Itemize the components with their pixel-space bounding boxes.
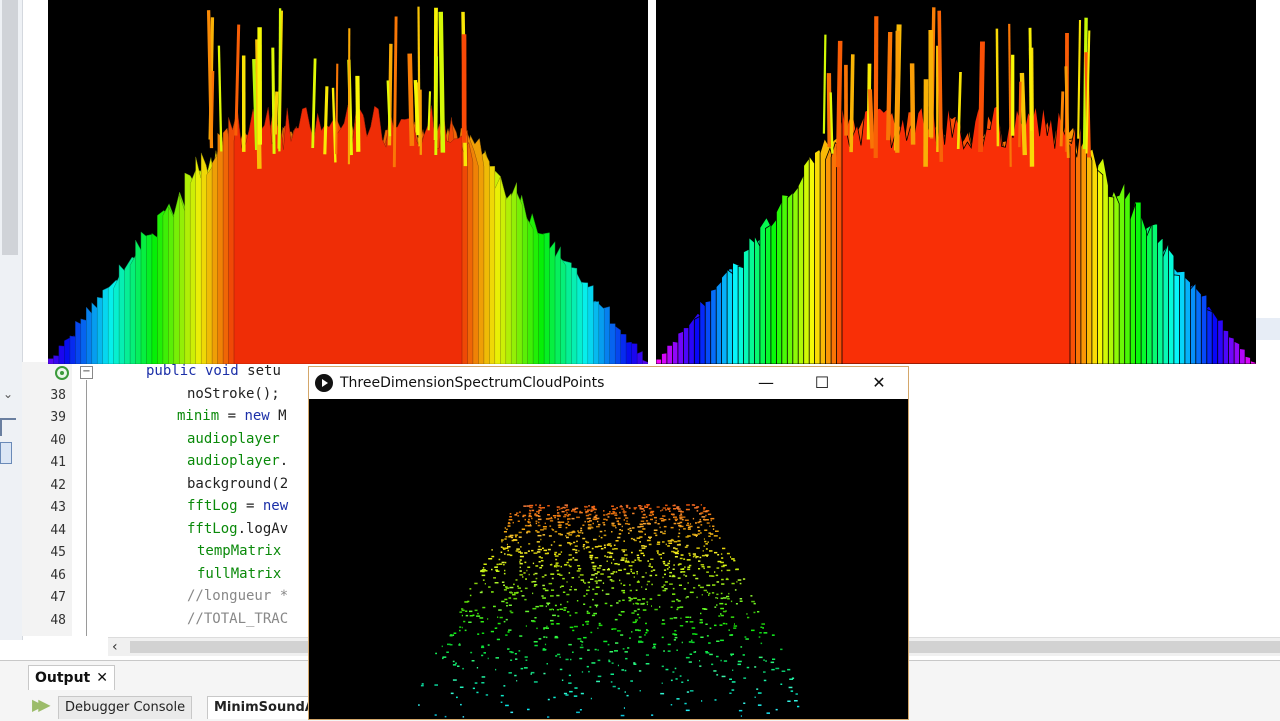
line-number: 42	[30, 478, 66, 493]
maximize-button[interactable]: ☐	[799, 367, 845, 399]
code-token: =	[238, 498, 263, 514]
code-token: tempMatrix	[197, 543, 281, 559]
code-line[interactable]: audioplayer.	[187, 453, 288, 469]
code-token: noStroke();	[187, 386, 280, 402]
code-line[interactable]: //TOTAL_TRAC	[187, 611, 288, 627]
code-line[interactable]: background(2	[187, 476, 288, 492]
code-line[interactable]: audioplayer	[187, 431, 280, 447]
code-token: =	[219, 408, 244, 424]
code-token: .	[280, 453, 288, 469]
line-number: 48	[30, 613, 66, 628]
fold-toggle-icon[interactable]: −	[80, 366, 93, 379]
code-line[interactable]: //longueur *	[187, 588, 288, 604]
code-token: background(2	[187, 476, 288, 492]
code-token: .logAv	[238, 521, 289, 537]
fold-guide	[86, 380, 87, 636]
processing-logo-icon	[315, 374, 333, 392]
code-token: fftLog	[187, 498, 238, 514]
code-token: audioplayer	[187, 453, 280, 469]
panel-icon[interactable]	[0, 442, 12, 464]
code-token: //TOTAL_TRAC	[187, 611, 288, 627]
spectrum-line-render	[656, 0, 1256, 364]
minimize-button[interactable]: —	[743, 367, 789, 399]
scroll-left-icon[interactable]: ‹	[112, 639, 118, 655]
spectrum-mesh-view-left	[48, 0, 648, 364]
code-line[interactable]: minim = new M	[177, 408, 287, 424]
bracket-icon[interactable]	[0, 418, 16, 436]
run-icon[interactable]: ▶▶	[32, 695, 45, 714]
output-tab[interactable]: Output ✕	[28, 665, 115, 690]
line-number: 45	[30, 545, 66, 560]
sketch-output-tab[interactable]: MinimSoundA	[207, 696, 322, 719]
line-number: 46	[30, 568, 66, 583]
line-number: 41	[30, 455, 66, 470]
code-token: public void	[146, 363, 247, 379]
left-scrollbar[interactable]	[2, 0, 18, 255]
line-number: 43	[30, 500, 66, 515]
code-line[interactable]: public void setu	[146, 363, 281, 379]
code-token: //longueur *	[187, 588, 288, 604]
line-number: 38	[30, 388, 66, 403]
line-number: 39	[30, 410, 66, 425]
code-token: new	[263, 498, 288, 514]
spectrum-mesh-render	[48, 0, 648, 364]
spectrum-mesh-view-right	[656, 0, 1256, 364]
sketch-window-title: ThreeDimensionSpectrumCloudPoints	[340, 367, 604, 399]
close-button[interactable]: ✕	[856, 367, 902, 399]
sketch-window-titlebar[interactable]: ThreeDimensionSpectrumCloudPoints — ☐ ✕	[309, 367, 908, 399]
code-token: setu	[247, 363, 281, 379]
code-token: M	[270, 408, 287, 424]
line-number: 44	[30, 523, 66, 538]
left-tool-strip: ⌄	[0, 0, 23, 640]
code-line[interactable]: noStroke();	[187, 386, 280, 402]
code-token: minim	[177, 408, 219, 424]
breakpoint-icon[interactable]	[55, 366, 69, 380]
close-icon[interactable]: ✕	[96, 670, 108, 686]
sketch-window[interactable]: ThreeDimensionSpectrumCloudPoints — ☐ ✕	[308, 366, 909, 720]
chevron-down-icon[interactable]: ⌄	[3, 387, 13, 401]
editor-highlight	[1256, 318, 1280, 340]
code-line[interactable]: fullMatrix	[197, 566, 281, 582]
output-tab-label: Output	[35, 670, 90, 686]
sketch-canvas	[309, 399, 908, 719]
code-line[interactable]: fftLog.logAv	[187, 521, 288, 537]
code-token: fftLog	[187, 521, 238, 537]
code-line[interactable]: fftLog = new	[187, 498, 288, 514]
line-number: 40	[30, 433, 66, 448]
code-token: new	[244, 408, 269, 424]
code-token: audioplayer	[187, 431, 280, 447]
line-number: 47	[30, 590, 66, 605]
code-line[interactable]: tempMatrix	[197, 543, 281, 559]
debugger-console-tab[interactable]: Debugger Console	[58, 696, 192, 719]
code-token: fullMatrix	[197, 566, 281, 582]
point-cloud-render	[309, 399, 908, 719]
